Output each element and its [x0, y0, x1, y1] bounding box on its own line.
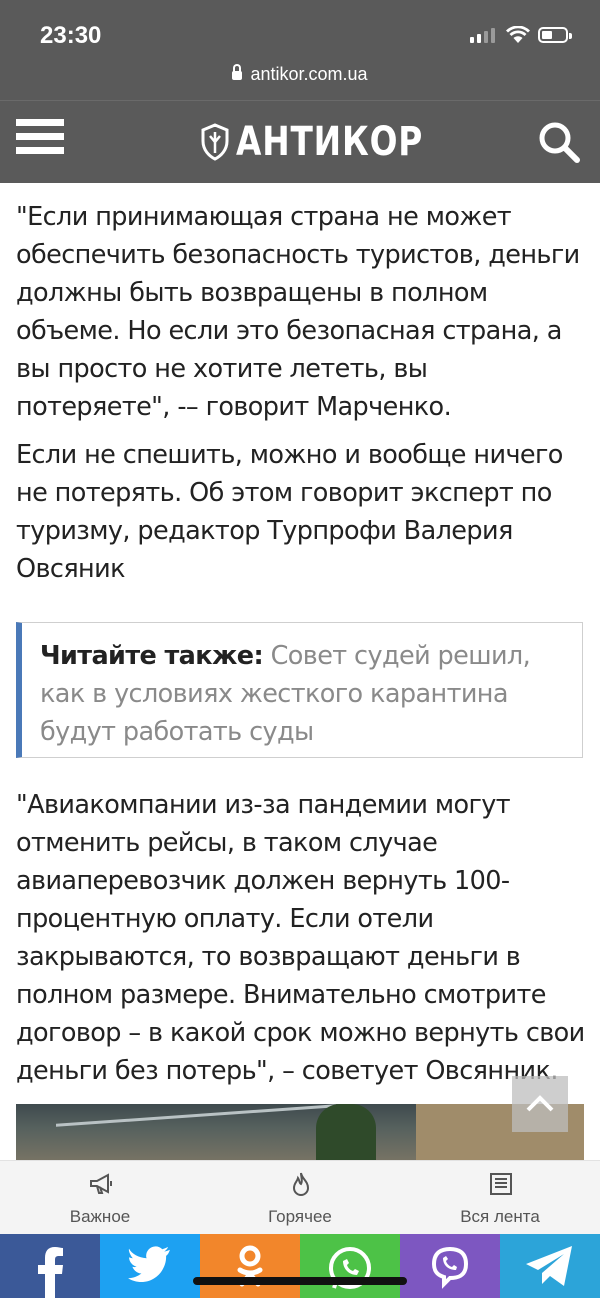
site-logo[interactable]: АНТИКОР	[200, 119, 464, 165]
fire-icon	[292, 1172, 310, 1196]
article-image	[16, 1104, 584, 1164]
nav-feed[interactable]: Вся лента	[400, 1161, 600, 1235]
nav-important[interactable]: Важное	[0, 1161, 200, 1235]
viber-icon	[431, 1246, 469, 1289]
home-indicator[interactable]	[193, 1277, 407, 1285]
share-facebook-button[interactable]	[0, 1234, 100, 1298]
odnoklassniki-icon	[237, 1245, 263, 1287]
read-also-label: Читайте также:	[40, 641, 264, 671]
share-bar	[0, 1234, 600, 1298]
share-whatsapp-button[interactable]	[300, 1234, 400, 1298]
telegram-icon	[526, 1246, 572, 1286]
facebook-icon	[38, 1247, 63, 1298]
nav-hot[interactable]: Горячее	[200, 1161, 400, 1235]
share-telegram-button[interactable]	[500, 1234, 600, 1298]
nav-label: Важное	[69, 1207, 131, 1226]
site-header: АНТИКОР	[0, 100, 600, 183]
menu-icon[interactable]	[16, 119, 64, 165]
scroll-to-top-button[interactable]	[512, 1076, 568, 1132]
address-bar[interactable]: antikor.com.ua	[0, 64, 600, 85]
article-paragraph: "Если принимающая страна не может обеспе…	[16, 202, 580, 422]
megaphone-icon	[90, 1173, 112, 1194]
lock-icon	[232, 64, 243, 80]
wifi-icon	[506, 26, 530, 43]
share-odnoklassniki-button[interactable]	[200, 1234, 300, 1298]
nav-label: Горячее	[268, 1207, 332, 1226]
battery-icon	[538, 27, 572, 43]
twitter-icon	[128, 1246, 170, 1282]
status-bar: 23:30 antikor.com.ua	[0, 0, 600, 100]
cellular-signal-icon	[470, 28, 495, 43]
newspaper-icon	[490, 1173, 512, 1195]
bottom-nav: Важное Горячее Вся лента	[0, 1160, 600, 1235]
logo-text: АНТИКОР	[236, 119, 424, 165]
nav-label: Вся лента	[460, 1207, 540, 1226]
article-paragraph: Если не спешить, можно и вообще ничего н…	[16, 440, 563, 584]
chevron-up-icon	[526, 1095, 554, 1112]
search-icon[interactable]	[538, 121, 580, 163]
status-time: 23:30	[40, 22, 102, 49]
article-paragraph: "Авиакомпании из-за пандемии могут отмен…	[16, 790, 585, 1086]
share-viber-button[interactable]	[400, 1234, 500, 1298]
shield-icon	[201, 123, 229, 161]
read-also-box[interactable]: Читайте также: Совет судей решил, как в …	[16, 622, 583, 758]
share-twitter-button[interactable]	[100, 1234, 200, 1298]
url-text: antikor.com.ua	[250, 64, 368, 84]
article-body: "Если принимающая страна не может обеспе…	[16, 198, 586, 598]
